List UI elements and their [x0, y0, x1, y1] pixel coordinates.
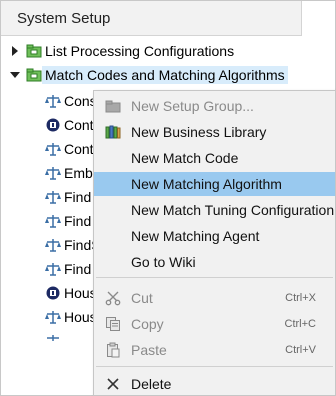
panel-title: System Setup [17, 10, 111, 27]
tree-item-child[interactable]: Cons [1, 89, 97, 113]
menu-item-go-to-wiki[interactable]: Go to Wiki [94, 250, 335, 274]
matching-algorithm-icon [47, 335, 59, 341]
cut-icon [105, 291, 121, 306]
tree-item-label: Hous [64, 309, 97, 325]
tree-item-match-codes[interactable]: Match Codes and Matching Algorithms [1, 63, 301, 87]
menu-item-new-matching-algorithm[interactable]: New Matching Algorithm [94, 172, 335, 196]
tree-item-list-processing[interactable]: List Processing Configurations [1, 39, 301, 63]
delete-icon [107, 378, 119, 390]
menu-item-new-setup-group[interactable]: New Setup Group... [94, 94, 335, 118]
tree-item-label: Find [64, 213, 92, 229]
menu-item-label: Delete [131, 376, 172, 392]
matching-algorithm-icon [45, 311, 61, 324]
match-code-icon [46, 118, 60, 132]
menu-item-shortcut: Ctrl+C [284, 318, 316, 330]
tree-item-child[interactable]: Embe [1, 161, 101, 185]
copy-icon [106, 317, 120, 331]
panel-header: System Setup [1, 1, 302, 36]
context-menu: New Setup Group... New Business Library … [93, 90, 336, 396]
tree-item-label: Cont [64, 117, 94, 133]
menu-item-copy[interactable]: Copy Ctrl+C [94, 312, 335, 336]
tree-item-child[interactable]: Hous [1, 305, 97, 329]
menu-separator [96, 366, 333, 367]
tree-item-label: List Processing Configurations [45, 43, 235, 59]
matching-algorithm-icon [45, 167, 61, 180]
menu-separator [96, 277, 333, 278]
menu-item-delete[interactable]: Delete [94, 372, 335, 396]
match-code-icon [46, 286, 60, 300]
matching-algorithm-icon [45, 263, 61, 276]
menu-item-paste[interactable]: Paste Ctrl+V [94, 338, 335, 362]
matching-algorithm-icon [45, 239, 61, 252]
menu-item-new-match-tuning-configuration[interactable]: New Match Tuning Configuration [94, 198, 335, 222]
tree-item-label: Match Codes and Matching Algorithms [42, 66, 288, 84]
menu-item-label: New Matching Algorithm [131, 176, 282, 192]
tree-item-label: Find [64, 261, 92, 277]
menu-item-cut[interactable]: Cut Ctrl+X [94, 286, 335, 310]
matching-algorithm-icon [45, 95, 61, 108]
menu-item-label: New Business Library [131, 124, 267, 140]
menu-item-label: Go to Wiki [131, 254, 196, 270]
setup-group-icon [26, 44, 42, 58]
tree-item-child[interactable]: Find [1, 185, 96, 209]
tree-item-label: Find [64, 189, 92, 205]
tree-item-child[interactable]: FindS [1, 233, 101, 257]
folder-icon [105, 100, 121, 113]
menu-item-shortcut: Ctrl+V [285, 344, 316, 356]
menu-item-new-business-library[interactable]: New Business Library [94, 120, 335, 144]
tree-item-label: Cons [64, 93, 97, 109]
tree-item-child[interactable]: Cont [1, 113, 96, 137]
tree-item-label: Cont [64, 141, 94, 157]
collapse-arrow-icon[interactable] [10, 72, 20, 78]
menu-item-label: New Match Tuning Configuration [131, 202, 335, 218]
menu-item-label: New Setup Group... [131, 98, 254, 114]
matching-algorithm-icon [45, 191, 61, 204]
tree-item-child[interactable]: Find [1, 209, 96, 233]
menu-item-new-matching-agent[interactable]: New Matching Agent [94, 224, 335, 248]
matching-algorithm-icon [45, 215, 61, 228]
menu-item-new-match-code[interactable]: New Match Code [94, 146, 335, 170]
menu-item-label: New Matching Agent [131, 228, 260, 244]
tree-item-child[interactable]: Find [1, 257, 96, 281]
tree-item-child-partial[interactable] [1, 329, 96, 353]
menu-item-label: Copy [131, 316, 164, 332]
menu-item-label: Paste [131, 342, 167, 358]
setup-group-icon [26, 68, 42, 82]
menu-item-shortcut: Ctrl+X [285, 292, 316, 304]
tree-item-child[interactable]: Cont [1, 137, 96, 161]
menu-item-label: Cut [131, 290, 153, 306]
expand-arrow-icon[interactable] [12, 46, 18, 56]
tree-item-label: Hous [64, 285, 97, 301]
paste-icon [107, 342, 120, 358]
tree-item-child[interactable]: Hous [1, 281, 97, 305]
books-icon [105, 125, 121, 139]
matching-algorithm-icon [45, 143, 61, 156]
menu-item-label: New Match Code [131, 150, 239, 166]
